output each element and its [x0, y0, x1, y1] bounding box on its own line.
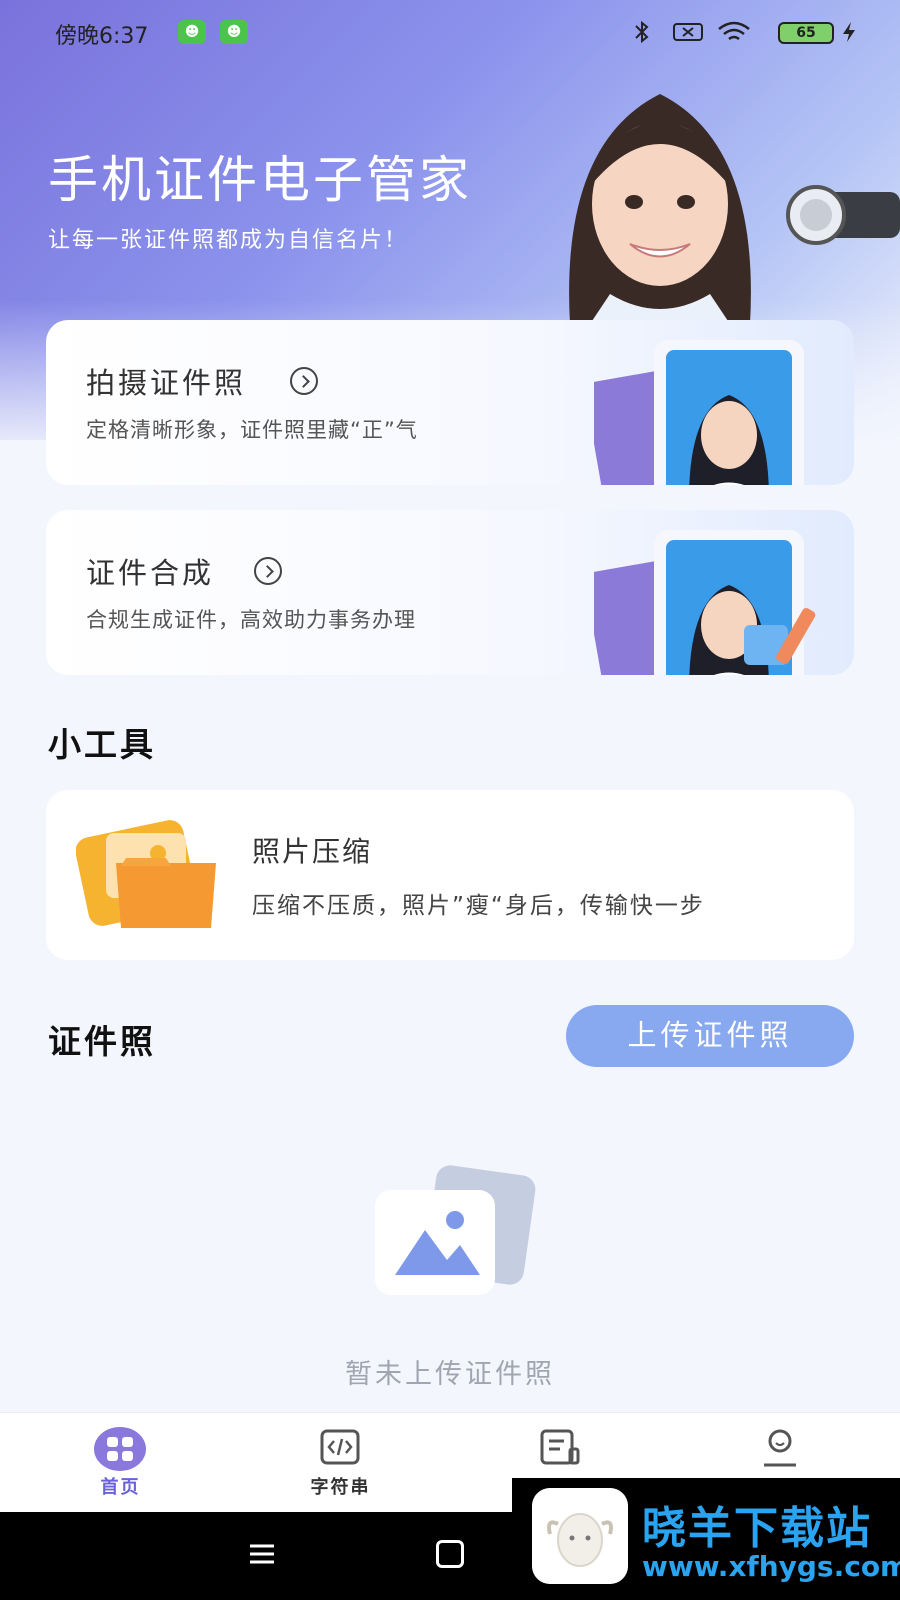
tab-home-label: 首页: [100, 1477, 141, 1498]
app-badge-icon: ☻: [178, 20, 206, 44]
charging-icon: [843, 22, 855, 42]
photo-compress-desc: 压缩不压质，照片”瘦“身后，传输快一步: [252, 893, 705, 919]
hero-title: 手机证件电子管家: [48, 151, 472, 209]
empty-state-text: 暂未上传证件照: [345, 1359, 555, 1390]
id-compose-title: 证件合成: [86, 556, 215, 590]
status-time: 傍晚6:37: [55, 24, 149, 49]
watermark-url: www.xfhygs.com: [642, 1550, 900, 1583]
id-photo-illustration: [594, 340, 804, 485]
take-photo-desc: 定格清晰形象，证件照里藏“正”气: [86, 418, 418, 442]
chevron-right-icon: [290, 367, 318, 395]
watermark: 晓羊下载站 www.xfhygs.com: [512, 1478, 900, 1600]
empty-image-icon: [375, 1165, 536, 1295]
code-icon: [320, 1429, 360, 1465]
status-bar: 傍晚6:37 ☻ ☻ 65: [0, 0, 900, 64]
app-badge-icon: ☻: [220, 20, 248, 44]
sheep-logo-icon: [532, 1488, 628, 1584]
id-photos-section-title: 证件照: [48, 1022, 156, 1061]
sim-icon: [673, 23, 703, 41]
camera-illustration: [786, 185, 900, 245]
take-photo-title: 拍摄证件照: [86, 366, 247, 400]
hero-subtitle: 让每一张证件照都成为自信名片！: [48, 228, 409, 253]
tab-home[interactable]: 首页: [8, 1413, 233, 1513]
hero-portrait-illustration: [569, 94, 751, 324]
id-compose-card[interactable]: 证件合成 合规生成证件，高效助力事务办理: [46, 510, 854, 675]
take-photo-card[interactable]: 拍摄证件照 定格清晰形象，证件照里藏“正”气: [46, 320, 854, 485]
profile-icon: [764, 1429, 796, 1467]
document-icon: [540, 1429, 580, 1465]
battery-icon: 65: [778, 22, 834, 44]
chevron-right-icon: [254, 557, 282, 585]
folder-photo-icon: [76, 820, 216, 928]
photo-compress-card[interactable]: 照片压缩 压缩不压质，照片”瘦“身后，传输快一步: [46, 790, 854, 960]
tab-string[interactable]: 字符串: [228, 1413, 453, 1513]
id-compose-illustration: [594, 530, 816, 675]
bluetooth-icon: [635, 20, 649, 44]
tools-section-title: 小工具: [48, 725, 156, 764]
tab-string-label: 字符串: [310, 1477, 371, 1498]
watermark-name: 晓羊下载站: [642, 1503, 872, 1554]
home-grid-icon: [94, 1427, 146, 1471]
home-button-icon[interactable]: [436, 1540, 464, 1568]
upload-id-photo-button[interactable]: 上传证件照: [566, 1005, 854, 1067]
id-compose-desc: 合规生成证件，高效助力事务办理: [86, 608, 416, 632]
photo-compress-title: 照片压缩: [252, 835, 373, 868]
menu-icon[interactable]: [248, 1542, 276, 1566]
wifi-icon: [718, 21, 750, 41]
